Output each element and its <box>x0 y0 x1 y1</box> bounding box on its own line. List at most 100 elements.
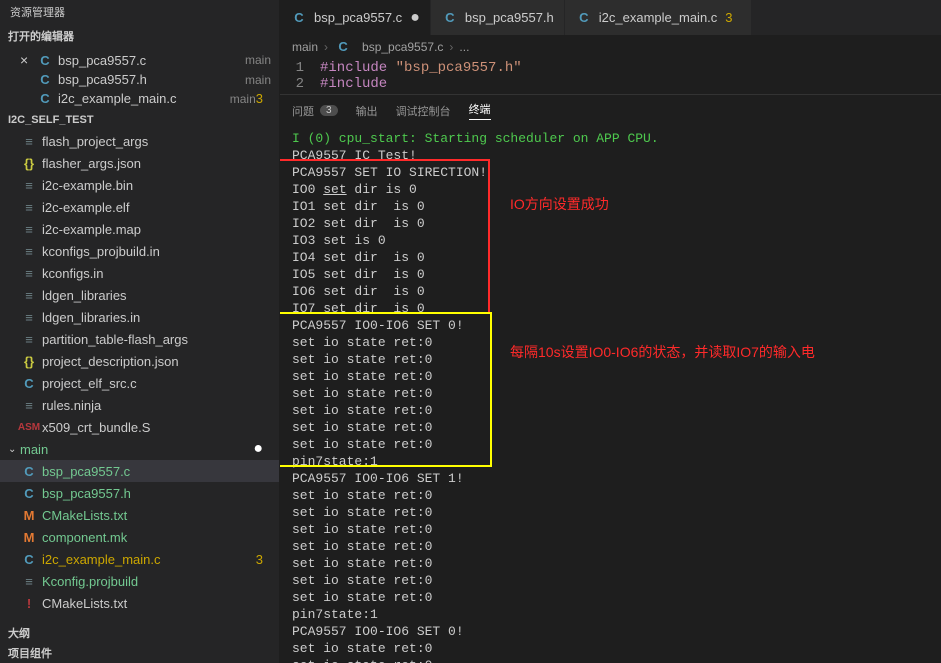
editor-tab[interactable]: Cbsp_pca9557.c● <box>280 0 431 35</box>
tree-item[interactable]: ≡ldgen_libraries.in <box>0 306 279 328</box>
terminal-line: set io state ret:0 <box>292 572 929 589</box>
terminal-line: set io state ret:0 <box>292 385 929 402</box>
C-file-icon: C <box>36 91 54 106</box>
C-file-icon: C <box>20 376 38 391</box>
lines-file-icon: ≡ <box>20 222 38 237</box>
code-line[interactable]: 2#include <box>280 76 941 92</box>
chevron-down-icon: ⌄ <box>8 444 20 455</box>
lines-file-icon: ≡ <box>20 244 38 259</box>
tab-debug[interactable]: 调试控制台 <box>396 103 451 119</box>
open-editor-item[interactable]: ×Cbsp_pca9557.cmain <box>0 50 279 70</box>
breadcrumb-folder[interactable]: main <box>292 40 318 54</box>
tree-item[interactable]: ≡flash_project_args <box>0 130 279 152</box>
project-header[interactable]: I2C_SELF_TEST <box>0 110 279 130</box>
terminal-line: set io state ret:0 <box>292 334 929 351</box>
tree-item[interactable]: ≡i2c-example.elf <box>0 196 279 218</box>
terminal-line: set io state ret:0 <box>292 368 929 385</box>
tree-item[interactable]: ≡kconfigs_projbuild.in <box>0 240 279 262</box>
explorer-title: 资源管理器 <box>0 0 279 24</box>
terminal-line: set io state ret:0 <box>292 436 929 453</box>
terminal-line: set io state ret:0 <box>292 538 929 555</box>
code-line[interactable]: 1#include "bsp_pca9557.h" <box>280 60 941 76</box>
chevron-right-icon: › <box>324 40 328 54</box>
chevron-right-icon: › <box>449 40 453 54</box>
tree-item[interactable]: Cbsp_pca9557.c <box>0 460 279 482</box>
tree-item[interactable]: ASMx509_crt_bundle.S <box>0 416 279 438</box>
terminal-line: IO6 set dir is 0 <box>292 283 929 300</box>
tree-item[interactable]: ≡i2c-example.bin <box>0 174 279 196</box>
code-editor[interactable]: 1#include "bsp_pca9557.h"2#include <box>280 58 941 94</box>
C-file-icon: C <box>20 486 38 501</box>
asm-file-icon: ASM <box>20 422 38 433</box>
tree-item[interactable]: {}project_description.json <box>0 350 279 372</box>
terminal-line: set io state ret:0 <box>292 504 929 521</box>
sidebar: 资源管理器 打开的编辑器 ×Cbsp_pca9557.cmainCbsp_pca… <box>0 0 280 663</box>
terminal-line: IO4 set dir is 0 <box>292 249 929 266</box>
terminal-line: PCA9557 IO0-IO6 SET 0! <box>292 623 929 640</box>
panel-tabs: 问题 3 输出 调试控制台 终端 <box>280 94 941 126</box>
terminal-line: I (0) cpu_start: Starting scheduler on A… <box>292 130 929 147</box>
terminal-line: PCA9557 IO0-IO6 SET 0! <box>292 317 929 334</box>
tab-terminal[interactable]: 终端 <box>469 101 491 120</box>
terminal-line: IO5 set dir is 0 <box>292 266 929 283</box>
editor-tabs: Cbsp_pca9557.c●Cbsp_pca9557.hCi2c_exampl… <box>280 0 941 35</box>
C-file-icon: C <box>20 464 38 479</box>
tree-item[interactable]: !CMakeLists.txt <box>0 592 279 614</box>
tree-item[interactable]: ≡kconfigs.in <box>0 262 279 284</box>
terminal[interactable]: IO方向设置成功 每隔10s设置IO0-IO6的状态，并读取IO7的输入电 I … <box>280 126 941 663</box>
terminal-line: set io state ret:0 <box>292 657 929 663</box>
C-file-icon: C <box>20 552 38 567</box>
terminal-line: IO1 set dir is 0 <box>292 198 929 215</box>
M-file-icon: M <box>20 530 38 545</box>
build-section[interactable]: 项目组件 <box>0 643 279 663</box>
C-file-icon: C <box>290 10 308 25</box>
editor-tab[interactable]: Cbsp_pca9557.h <box>431 0 565 35</box>
tree-item[interactable]: {}flasher_args.json <box>0 152 279 174</box>
tree-item[interactable]: MCMakeLists.txt <box>0 504 279 526</box>
editor-tab[interactable]: Ci2c_example_main.c3 <box>565 0 752 35</box>
close-icon[interactable]: × <box>20 52 36 68</box>
terminal-line: PCA9557 IO0-IO6 SET 1! <box>292 470 929 487</box>
terminal-line: PCA9557 IC Test! <box>292 147 929 164</box>
terminal-line: set io state ret:0 <box>292 521 929 538</box>
open-editors-header[interactable]: 打开的编辑器 <box>0 24 279 48</box>
breadcrumb-more[interactable]: ... <box>459 40 469 54</box>
lines-file-icon: ≡ <box>20 266 38 281</box>
tree-item[interactable]: ≡ldgen_libraries <box>0 284 279 306</box>
tree-item[interactable]: ≡i2c-example.map <box>0 218 279 240</box>
tree-item[interactable]: ≡Kconfig.projbuild <box>0 570 279 592</box>
lines-file-icon: ≡ <box>20 398 38 413</box>
lines-file-icon: ≡ <box>20 178 38 193</box>
breadcrumb-file[interactable]: bsp_pca9557.c <box>362 40 443 54</box>
terminal-line: set io state ret:0 <box>292 402 929 419</box>
terminal-line: set io state ret:0 <box>292 419 929 436</box>
tree-item[interactable]: Mcomponent.mk <box>0 526 279 548</box>
tab-output[interactable]: 输出 <box>356 103 378 119</box>
lines-file-icon: ≡ <box>20 332 38 347</box>
tree-item[interactable]: Cproject_elf_src.c <box>0 372 279 394</box>
terminal-line: IO2 set dir is 0 <box>292 215 929 232</box>
tree-item[interactable]: ≡partition_table-flash_args <box>0 328 279 350</box>
C-file-icon: C <box>441 10 459 25</box>
terminal-line: IO3 set is 0 <box>292 232 929 249</box>
tree-item[interactable]: Ci2c_example_main.c3 <box>0 548 279 570</box>
breadcrumb[interactable]: main › C bsp_pca9557.c › ... <box>280 35 941 58</box>
open-editor-item[interactable]: Ci2c_example_main.cmain3 <box>0 89 279 108</box>
terminal-line: IO0 set dir is 0 <box>292 181 929 198</box>
terminal-line: pin7state:1 <box>292 606 929 623</box>
C-file-icon: C <box>575 10 593 25</box>
tab-problems[interactable]: 问题 3 <box>292 103 338 119</box>
folder-main[interactable]: ⌄ main ● <box>0 438 279 460</box>
open-editor-item[interactable]: Cbsp_pca9557.hmain <box>0 70 279 89</box>
warning-badge: 3 <box>256 91 271 106</box>
c-file-icon: C <box>334 39 352 54</box>
tree-item[interactable]: ≡rules.ninja <box>0 394 279 416</box>
terminal-line: PCA9557 SET IO SIRECTION! <box>292 164 929 181</box>
modified-dot-icon: ● <box>253 440 271 458</box>
outline-section[interactable]: 大纲 <box>0 623 279 643</box>
tree-item[interactable]: Cbsp_pca9557.h <box>0 482 279 504</box>
M-file-icon: M <box>20 508 38 523</box>
warning-badge: 3 <box>256 552 271 567</box>
file-tree: ≡flash_project_args{}flasher_args.json≡i… <box>0 130 279 623</box>
modified-dot-icon: ● <box>410 9 420 27</box>
